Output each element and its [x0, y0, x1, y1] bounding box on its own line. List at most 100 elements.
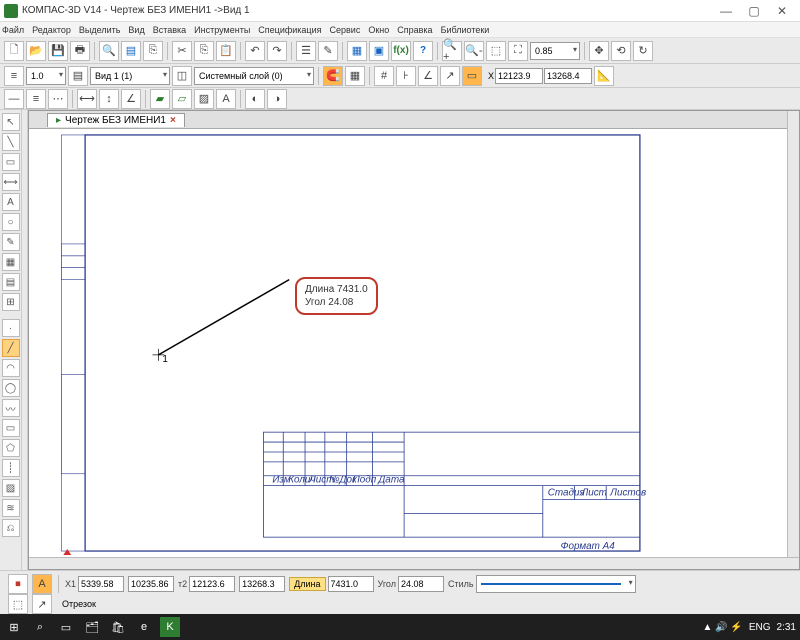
- spec-button[interactable]: ⎘: [143, 41, 163, 61]
- misc2-button[interactable]: ◑: [267, 89, 287, 109]
- layermgr-button[interactable]: ◫: [172, 66, 192, 86]
- view-combo[interactable]: Вид 1 (1): [90, 67, 170, 85]
- store-icon[interactable]: 🛍: [108, 617, 128, 637]
- system-tray[interactable]: ▲ 🔊 ⚡ ENG 2:31: [703, 622, 797, 633]
- x2-input[interactable]: [189, 576, 235, 592]
- param-button[interactable]: ▭: [462, 66, 482, 86]
- style1-button[interactable]: —: [4, 89, 24, 109]
- table-tool[interactable]: ▦: [2, 253, 20, 271]
- style3-button[interactable]: ⋯: [48, 89, 68, 109]
- menu-edit[interactable]: Редактор: [32, 25, 71, 35]
- spec-tool[interactable]: ▤: [2, 273, 20, 291]
- zoom-combo[interactable]: 0.85: [530, 42, 580, 60]
- rotate-button[interactable]: ⟲: [611, 41, 631, 61]
- shapes-tool[interactable]: ▭: [2, 153, 20, 171]
- auto-button[interactable]: A: [32, 574, 52, 594]
- kompas-task-icon[interactable]: K: [160, 617, 180, 637]
- coord-y[interactable]: [544, 68, 592, 84]
- line-tool[interactable]: ╲: [2, 133, 20, 151]
- circle-tool[interactable]: ○: [2, 213, 20, 231]
- taskview-icon[interactable]: ▭: [56, 617, 76, 637]
- paste-button[interactable]: 📋: [216, 41, 236, 61]
- snap2-button[interactable]: #: [374, 66, 394, 86]
- angle-input[interactable]: [398, 576, 444, 592]
- print-button[interactable]: 🖶: [70, 41, 90, 61]
- menu-insert[interactable]: Вставка: [153, 25, 186, 35]
- dims-tool[interactable]: ⟷: [2, 173, 20, 191]
- grid-button[interactable]: ▦: [345, 66, 365, 86]
- dim3-button[interactable]: ∠: [121, 89, 141, 109]
- dim1-button[interactable]: ⟷: [77, 89, 97, 109]
- minimize-button[interactable]: —: [712, 2, 740, 20]
- menu-select[interactable]: Выделить: [79, 25, 121, 35]
- preview-button[interactable]: 🔍: [99, 41, 119, 61]
- polar-button[interactable]: ∠: [418, 66, 438, 86]
- fx-button[interactable]: f(x): [391, 41, 411, 61]
- hatch2-tool[interactable]: ▨: [2, 479, 20, 497]
- tray-icons[interactable]: ▲ 🔊 ⚡: [703, 622, 743, 633]
- zoomout-button[interactable]: 🔍-: [464, 41, 484, 61]
- menu-view[interactable]: Вид: [128, 25, 144, 35]
- dim2-button[interactable]: ↕: [99, 89, 119, 109]
- zoomwin-button[interactable]: ⬚: [486, 41, 506, 61]
- mode2-button[interactable]: ↗: [32, 594, 52, 614]
- point-tool[interactable]: ·: [2, 319, 20, 337]
- menu-service[interactable]: Сервис: [330, 25, 361, 35]
- auxline-tool[interactable]: ┊: [2, 459, 20, 477]
- redo-button[interactable]: ↷: [267, 41, 287, 61]
- menu-file[interactable]: Файл: [2, 25, 24, 35]
- text-tool[interactable]: A: [2, 193, 20, 211]
- ltype-button[interactable]: ≡: [4, 66, 24, 86]
- menu-libs[interactable]: Библиотеки: [441, 25, 490, 35]
- explorer-icon[interactable]: 🗂: [82, 617, 102, 637]
- coord-x[interactable]: [495, 68, 543, 84]
- copy-button[interactable]: ⎘: [194, 41, 214, 61]
- search-icon[interactable]: ⌕: [30, 617, 50, 637]
- views-tool[interactable]: ⊞: [2, 293, 20, 311]
- y2-input[interactable]: [239, 576, 285, 592]
- help-button[interactable]: ?: [413, 41, 433, 61]
- x1-input[interactable]: [78, 576, 124, 592]
- y1-input[interactable]: [128, 576, 174, 592]
- vars-button[interactable]: ▦: [347, 41, 367, 61]
- fill1-button[interactable]: ▰: [150, 89, 170, 109]
- ortho-button[interactable]: ⊦: [396, 66, 416, 86]
- refresh-button[interactable]: ↻: [633, 41, 653, 61]
- track-button[interactable]: ↗: [440, 66, 460, 86]
- doc-button[interactable]: ▤: [121, 41, 141, 61]
- tab-close-icon[interactable]: ×: [170, 115, 176, 126]
- style2-button[interactable]: ≡: [26, 89, 46, 109]
- equid-tool[interactable]: ≋: [2, 499, 20, 517]
- document-tab[interactable]: ▸ Чертеж БЕЗ ИМЕНИ1 ×: [47, 113, 185, 127]
- text-button[interactable]: A: [216, 89, 236, 109]
- start-button[interactable]: ⊞: [4, 617, 24, 637]
- save-button[interactable]: 💾: [48, 41, 68, 61]
- segment-tool[interactable]: ╱: [2, 339, 20, 357]
- cut-button[interactable]: ✂: [172, 41, 192, 61]
- layers-button[interactable]: ▤: [68, 66, 88, 86]
- stop-button[interactable]: ⏹: [8, 574, 28, 594]
- menu-help[interactable]: Справка: [397, 25, 432, 35]
- zoomfit-button[interactable]: ⛶: [508, 41, 528, 61]
- new-button[interactable]: 🗋: [4, 41, 24, 61]
- cont-tool[interactable]: ⎌: [2, 519, 20, 537]
- edit-tool[interactable]: ✎: [2, 233, 20, 251]
- hatch-button[interactable]: ▨: [194, 89, 214, 109]
- snap-button[interactable]: 🧲: [323, 66, 343, 86]
- canvas-viewport[interactable]: ▸ Чертеж БЕЗ ИМЕНИ1 ×: [28, 110, 800, 570]
- lineweight-combo[interactable]: 1.0: [26, 67, 66, 85]
- menu-window[interactable]: Окно: [368, 25, 389, 35]
- poly-tool[interactable]: ⬠: [2, 439, 20, 457]
- ellipse-tool[interactable]: ◯: [2, 379, 20, 397]
- horizontal-scrollbar[interactable]: [29, 557, 799, 569]
- length-input[interactable]: [328, 576, 374, 592]
- libmgr-button[interactable]: ▣: [369, 41, 389, 61]
- drawing-canvas[interactable]: Изм Колич Лист №Док Подп Дата Стадия Лис…: [47, 129, 785, 555]
- open-button[interactable]: 📂: [26, 41, 46, 61]
- zoomin-button[interactable]: 🔍+: [442, 41, 462, 61]
- layer-combo[interactable]: Системный слой (0): [194, 67, 314, 85]
- geom-mode-button[interactable]: ⬚: [8, 594, 28, 614]
- maximize-button[interactable]: ▢: [740, 2, 768, 20]
- close-button[interactable]: ✕: [768, 2, 796, 20]
- browser-icon[interactable]: e: [134, 617, 154, 637]
